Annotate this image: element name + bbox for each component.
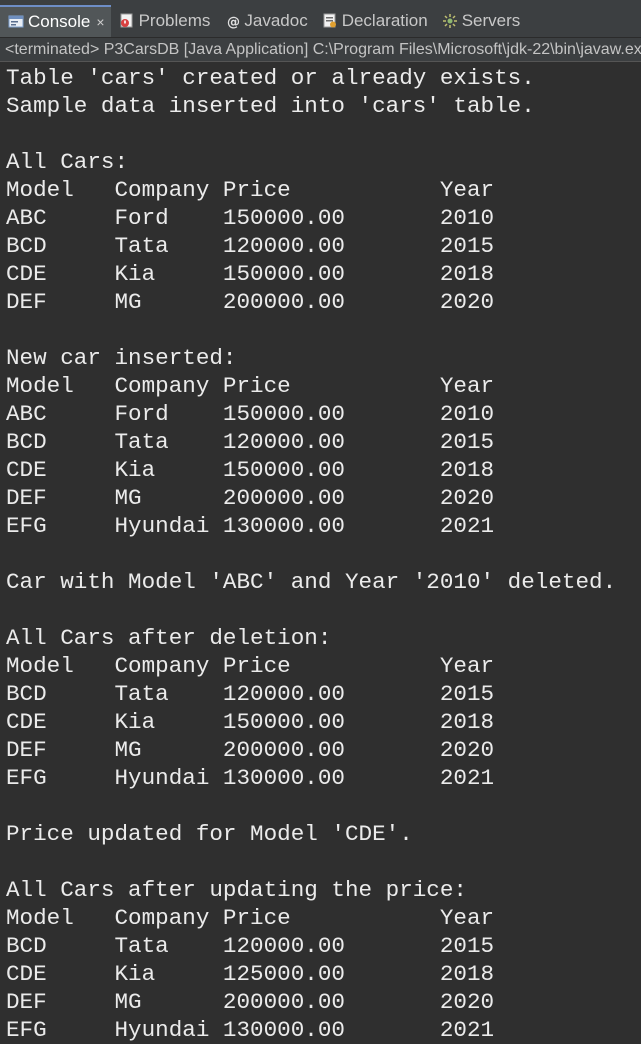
console-line: Model Company Price Year <box>6 653 495 679</box>
console-line: BCD Tata 120000.00 2015 <box>6 681 495 707</box>
console-line: CDE Kia 150000.00 2018 <box>6 457 495 483</box>
console-line: DEF MG 200000.00 2020 <box>6 737 495 763</box>
tab-javadoc-label: Javadoc <box>244 11 308 30</box>
tab-declaration-label: Declaration <box>341 11 428 30</box>
tab-console-label: Console <box>28 12 91 31</box>
console-line: Table 'cars' created or already exists. <box>6 65 535 91</box>
console-line: Model Company Price Year <box>6 905 495 931</box>
tab-problems[interactable]: Problems <box>111 5 217 37</box>
close-icon[interactable]: × <box>96 15 104 29</box>
view-tab-bar: Console × Problems @ Javadoc Declaration… <box>0 0 641 38</box>
eclipse-console-view: Console × Problems @ Javadoc Declaration… <box>0 0 641 1044</box>
console-text: Table 'cars' created or already exists. S… <box>0 62 641 1044</box>
tab-servers[interactable]: Servers <box>434 5 527 37</box>
declaration-icon <box>322 13 338 29</box>
console-line: Sample data inserted into 'cars' table. <box>6 93 535 119</box>
console-line: ABC Ford 150000.00 2010 <box>6 205 495 231</box>
console-line: EFG Hyundai 130000.00 2021 <box>6 513 495 539</box>
tab-console[interactable]: Console × <box>0 5 111 37</box>
console-line: CDE Kia 125000.00 2018 <box>6 961 495 987</box>
console-line: All Cars after updating the price: <box>6 877 467 903</box>
console-line: EFG Hyundai 130000.00 2021 <box>6 1017 495 1043</box>
console-line: DEF MG 200000.00 2020 <box>6 289 495 315</box>
console-line: BCD Tata 120000.00 2015 <box>6 429 495 455</box>
console-line: All Cars: <box>6 149 129 175</box>
javadoc-icon: @ <box>224 13 240 30</box>
console-line: All Cars after deletion: <box>6 625 332 651</box>
console-line: ABC Ford 150000.00 2010 <box>6 401 495 427</box>
tab-servers-label: Servers <box>461 11 521 30</box>
tab-declaration[interactable]: Declaration <box>314 5 434 37</box>
tab-problems-label: Problems <box>138 11 211 30</box>
console-line: DEF MG 200000.00 2020 <box>6 989 495 1015</box>
console-line: Model Company Price Year <box>6 177 495 203</box>
console-line: DEF MG 200000.00 2020 <box>6 485 495 511</box>
servers-icon <box>442 13 458 29</box>
console-line: EFG Hyundai 130000.00 2021 <box>6 765 495 791</box>
tab-javadoc[interactable]: @ Javadoc <box>216 5 313 37</box>
console-line: New car inserted: <box>6 345 237 371</box>
console-line: Price updated for Model 'CDE'. <box>6 821 413 847</box>
console-icon <box>8 14 24 30</box>
console-line: Model Company Price Year <box>6 373 495 399</box>
launch-status: <terminated> P3CarsDB [Java Application]… <box>0 38 641 62</box>
console-output[interactable]: Table 'cars' created or already exists. S… <box>0 62 641 1044</box>
problems-icon <box>119 13 135 29</box>
console-line: CDE Kia 150000.00 2018 <box>6 261 495 287</box>
console-line: BCD Tata 120000.00 2015 <box>6 233 495 259</box>
console-line: BCD Tata 120000.00 2015 <box>6 933 495 959</box>
console-line: CDE Kia 150000.00 2018 <box>6 709 495 735</box>
svg-text:@: @ <box>227 15 240 29</box>
console-line: Car with Model 'ABC' and Year '2010' del… <box>6 569 617 595</box>
